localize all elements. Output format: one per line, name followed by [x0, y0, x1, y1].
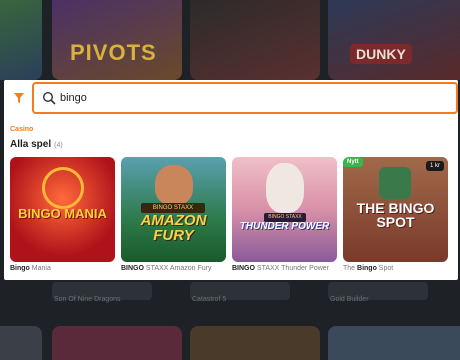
- game-art-title: THUNDER POWER: [239, 221, 330, 232]
- game-art-character: [155, 165, 193, 205]
- background-game-tile: [328, 0, 460, 80]
- game-caption[interactable]: BINGO STAXX Thunder Power: [232, 265, 337, 272]
- background-game-tile: [0, 0, 42, 80]
- game-art-title: AMAZON FURY: [140, 212, 207, 244]
- result-count: (4): [54, 142, 63, 149]
- filter-icon: [14, 93, 24, 103]
- background-caption: Son Of Nine Dragons: [54, 296, 121, 303]
- game-caption-match: BINGO: [121, 265, 144, 272]
- game-art-die: [379, 167, 411, 199]
- game-card-amazon-fury[interactable]: BINGO STAXX AMAZON FURY BINGO STAXX Amaz…: [121, 157, 226, 272]
- background-game-tile: [0, 326, 42, 360]
- background-game-tile: [52, 326, 182, 360]
- background-game-tile: [328, 326, 460, 360]
- game-thumbnail[interactable]: THE BINGO SPOT Nytt 1 kr: [343, 157, 448, 262]
- game-caption-match: Bingo: [357, 265, 377, 272]
- game-caption-match: BINGO: [232, 265, 255, 272]
- game-art-character: [266, 163, 304, 213]
- search-box[interactable]: [32, 82, 458, 114]
- background-caption: Catastrof 5: [192, 296, 227, 303]
- background-game-tile: [190, 326, 320, 360]
- filter-button[interactable]: [8, 86, 30, 110]
- game-art-ring: [42, 167, 84, 209]
- game-caption[interactable]: Bingo Mania: [10, 265, 115, 272]
- game-card-bingo-spot[interactable]: THE BINGO SPOT Nytt 1 kr The Bingo Spot: [343, 157, 448, 272]
- game-caption-rest: STAXX Thunder Power: [254, 265, 330, 272]
- search-results-panel: Casino Alla spel (4) BINGO MANIA Bingo M…: [4, 80, 458, 280]
- section-heading: Alla spel (4): [10, 139, 63, 150]
- game-thumbnail[interactable]: BINGO MANIA: [10, 157, 115, 262]
- background-game-tile: [190, 0, 320, 80]
- background-tile-title: PIVOTS: [70, 40, 157, 65]
- game-caption-prefix: The: [343, 265, 358, 272]
- game-caption-rest: Spot: [376, 265, 394, 272]
- background-tile-title: DUNKY: [350, 44, 412, 64]
- game-art-title: BINGO MANIA: [18, 206, 107, 221]
- background-caption: Gold Builder: [330, 296, 369, 303]
- game-caption-match: Bingo: [10, 265, 30, 272]
- search-input[interactable]: [60, 89, 440, 107]
- game-caption[interactable]: The Bingo Spot: [343, 265, 448, 272]
- category-label: Casino: [10, 126, 34, 133]
- game-card-thunder-power[interactable]: BINGO STAXX THUNDER POWER BINGO STAXX Th…: [232, 157, 337, 272]
- search-bar-row: [4, 80, 458, 116]
- min-bet-badge: 1 kr: [425, 161, 444, 171]
- game-card-bingo-mania[interactable]: BINGO MANIA Bingo Mania: [10, 157, 115, 272]
- game-thumbnail[interactable]: BINGO STAXX AMAZON FURY: [121, 157, 226, 262]
- game-thumbnail[interactable]: BINGO STAXX THUNDER POWER: [232, 157, 337, 262]
- game-caption-rest: Mania: [29, 265, 51, 272]
- game-art-title: THE BINGO SPOT: [356, 200, 435, 230]
- game-results-grid: BINGO MANIA Bingo Mania BINGO STAXX AMAZ…: [10, 157, 450, 277]
- game-caption[interactable]: BINGO STAXX Amazon Fury: [121, 265, 226, 272]
- new-badge: Nytt: [343, 157, 363, 167]
- search-icon: [42, 91, 56, 105]
- section-title: Alla spel: [10, 139, 52, 150]
- game-caption-rest: STAXX Amazon Fury: [143, 265, 212, 272]
